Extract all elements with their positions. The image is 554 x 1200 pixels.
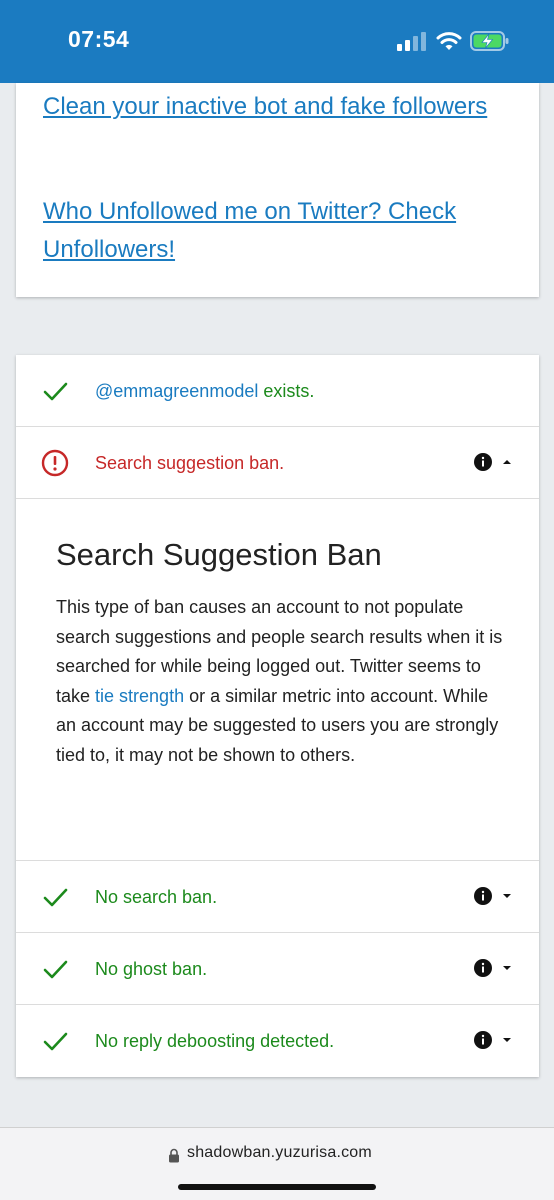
status-time: 07:54 [68, 26, 130, 52]
browser-address-bar[interactable]: shadowban.yuzurisa.com [0, 1127, 554, 1200]
user-handle-link[interactable]: @emmagreenmodel [95, 381, 258, 401]
status-bar: 07:54 [0, 0, 554, 83]
result-row-exists: @emmagreenmodel exists. [16, 355, 539, 427]
search-suggestion-ban-text: Search suggestion ban. [95, 453, 285, 473]
url-text[interactable]: shadowban.yuzurisa.com [187, 1144, 372, 1162]
info-icon[interactable] [474, 959, 492, 977]
result-row-search-ban[interactable]: No search ban. [16, 861, 539, 933]
check-icon [43, 960, 68, 979]
alert-circle-icon [41, 449, 69, 477]
caret-down-icon[interactable] [502, 1036, 512, 1044]
lock-icon [169, 1148, 179, 1163]
wifi-icon [436, 32, 462, 50]
clean-followers-link[interactable]: Clean your inactive bot and fake followe… [43, 88, 513, 126]
ghost-ban-text: No ghost ban. [95, 959, 208, 979]
caret-up-icon[interactable] [502, 458, 512, 466]
result-row-reply-deboosting[interactable]: No reply deboosting detected. [16, 1005, 539, 1077]
search-ban-text: No search ban. [95, 887, 218, 907]
exists-text: @emmagreenmodel exists. [95, 355, 314, 427]
check-icon [43, 888, 68, 907]
unfollowers-link[interactable]: Who Unfollowed me on Twitter? Check Unfo… [43, 193, 513, 269]
result-row-search-suggestion-ban[interactable]: Search suggestion ban. [16, 427, 539, 499]
exists-suffix: exists. [258, 381, 315, 401]
reply-deboosting-text: No reply deboosting detected. [95, 1031, 335, 1051]
details-body: This type of ban causes an account to no… [56, 593, 506, 770]
links-card: Clean your inactive bot and fake followe… [16, 83, 539, 297]
info-icon[interactable] [474, 887, 492, 905]
battery-charging-icon [470, 31, 509, 51]
cellular-signal-icon [397, 32, 426, 51]
results-card: @emmagreenmodel exists. Search suggestio… [16, 355, 539, 1077]
result-row-ghost-ban[interactable]: No ghost ban. [16, 933, 539, 1005]
search-suggestion-ban-details: Search Suggestion Ban This type of ban c… [16, 499, 539, 861]
details-title: Search Suggestion Ban [56, 537, 382, 572]
info-icon[interactable] [474, 453, 492, 471]
home-indicator[interactable] [178, 1184, 376, 1190]
caret-down-icon[interactable] [502, 892, 512, 900]
caret-down-icon[interactable] [502, 964, 512, 972]
check-icon [43, 382, 68, 401]
info-icon[interactable] [474, 1031, 492, 1049]
tie-strength-link[interactable]: tie strength [95, 686, 184, 706]
check-icon [43, 1032, 68, 1051]
